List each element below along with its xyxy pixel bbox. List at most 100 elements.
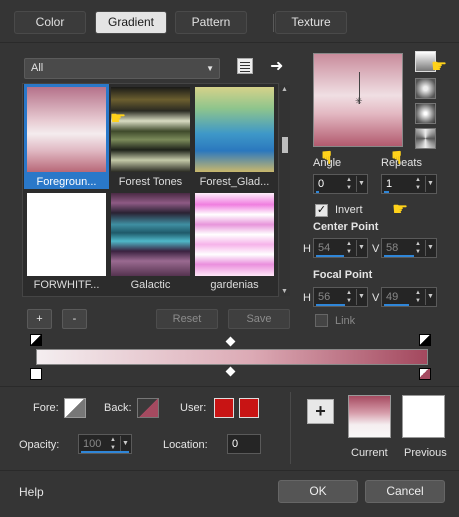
gradient-swatch-gardenias[interactable] [195,193,274,276]
invert-checkbox[interactable]: ✓ [315,204,328,217]
link-label: Link [335,315,356,327]
opacity-dropdown-icon[interactable]: ▼ [120,436,130,452]
center-h-stepper-icon[interactable]: ▲ ▼ [344,240,354,256]
focal-h-label: H [303,292,311,304]
back-label: Back: [104,402,132,414]
remove-gradient-button[interactable]: - [62,309,87,329]
tab-divider [273,14,274,32]
back-swatch[interactable] [137,398,159,418]
focal-v-slider-bar[interactable] [384,304,409,306]
reset-button[interactable]: Reset [156,309,218,329]
center-h-label: H [303,243,311,255]
scroll-up-icon[interactable]: ▲ [281,86,288,93]
gradient-label-forwhitf: FORWHITF... [33,279,100,291]
angle-spinbox[interactable]: 0 ▲ ▼ ▼ [313,174,368,194]
focal-h-slider-bar[interactable] [316,304,345,306]
list-view-icon[interactable] [237,58,253,74]
location-field[interactable]: 0 [227,434,261,454]
gradient-label-galactic: Galactic [130,279,171,291]
opacity-stop-end[interactable] [419,334,431,346]
pointer-hand-icon: ☛ [110,108,127,128]
save-gradient-button[interactable]: Save [228,309,290,329]
pointer-hand-icon: ☛ [316,149,337,166]
sunburst-style-icon[interactable] [415,128,436,149]
user-label: User: [180,402,207,414]
focal-h-spinbox[interactable]: 56 ▲ ▼ ▼ [313,287,368,307]
center-v-spinbox[interactable]: 58 ▲ ▼ ▼ [381,238,437,258]
repeats-stepper-icon[interactable]: ▲ ▼ [413,176,423,192]
pointer-hand-icon: ☛ [386,149,407,166]
color-stop-start[interactable] [30,368,42,380]
opacity-value: 100 [83,438,102,450]
center-v-label: V [372,243,380,255]
gradient-swatch-forwhitf[interactable] [27,193,106,276]
invert-label: Invert [335,204,363,216]
rectangular-style-icon[interactable] [415,78,436,99]
arrow-right-icon[interactable]: ➜ [270,56,283,76]
gradient-label-forest-glad: Forest_Glad... [199,176,270,188]
focal-v-spinbox[interactable]: 49 ▲ ▼ ▼ [381,287,437,307]
gradient-swatch-foreground[interactable] [27,87,106,172]
fore-swatch[interactable] [64,398,86,418]
center-v-dropdown-icon[interactable]: ▼ [425,240,435,256]
add-gradient-to-list-button[interactable]: + [307,399,334,424]
center-h-slider-bar[interactable] [316,255,344,257]
tab-bar-divider [0,42,459,43]
angle-value: 0 [318,178,325,190]
tab-color[interactable]: Color [14,11,86,34]
fore-label: Fore: [33,402,59,414]
focal-h-dropdown-icon[interactable]: ▼ [356,289,366,305]
opacity-slider-bar[interactable] [81,451,129,453]
center-h-dropdown-icon[interactable]: ▼ [356,240,366,256]
previous-label: Previous [404,447,447,459]
angle-dropdown-icon[interactable]: ▼ [356,176,366,192]
repeats-dropdown-icon[interactable]: ▼ [425,176,435,192]
center-v-slider-bar[interactable] [384,255,414,257]
color-stop-end[interactable] [419,368,431,380]
scroll-thumb[interactable] [282,137,288,153]
focal-v-label: V [372,292,380,304]
radial-style-icon[interactable] [415,103,436,124]
focal-v-dropdown-icon[interactable]: ▼ [425,289,435,305]
current-label: Current [351,447,388,459]
focal-h-value: 56 [318,291,331,303]
gradient-swatch-forest-tones[interactable] [111,87,190,172]
center-h-spinbox[interactable]: 54 ▲ ▼ ▼ [313,238,368,258]
gradient-swatch-galactic[interactable] [111,193,190,276]
tab-pattern[interactable]: Pattern [175,11,247,34]
cancel-button[interactable]: Cancel [365,480,445,503]
ok-button[interactable]: OK [278,480,358,503]
add-gradient-button[interactable]: + [27,309,52,329]
repeats-slider-bar[interactable] [384,191,389,193]
scroll-down-icon[interactable]: ▼ [281,288,288,295]
opacity-label: Opacity: [19,439,60,451]
gradient-preview[interactable]: ✳ [313,53,403,147]
location-label: Location: [163,439,208,451]
tab-texture[interactable]: Texture [275,11,347,34]
opacity-stop-start[interactable] [30,334,42,346]
user-swatch-1[interactable] [214,398,234,418]
angle-slider-bar[interactable] [316,191,319,193]
center-point-label: Center Point [313,221,379,233]
link-checkbox[interactable] [315,314,328,327]
repeats-value: 1 [386,178,393,190]
gradient-swatch-forest-glad[interactable] [195,87,274,172]
help-link[interactable]: Help [19,485,44,499]
chevron-down-icon: ▼ [206,64,214,73]
tab-gradient[interactable]: Gradient [95,11,167,34]
repeats-spinbox[interactable]: 1 ▲ ▼ ▼ [381,174,437,194]
focal-h-stepper-icon[interactable]: ▲ ▼ [344,289,354,305]
gradient-list-scrollbar[interactable]: ▲ ▼ [280,85,290,296]
preview-center-marker: ✳ [355,96,363,106]
gradient-label-foreground: Foregroun... [36,176,97,188]
footer-divider [0,470,459,471]
focal-v-stepper-icon[interactable]: ▲ ▼ [413,289,423,305]
opacity-spinbox[interactable]: 100 ▲ ▼ ▼ [78,434,132,454]
focal-point-label: Focal Point [313,269,373,281]
gradient-category-select[interactable]: All ▼ [24,58,220,79]
gradient-bar[interactable] [36,349,428,365]
opacity-stepper-icon[interactable]: ▲ ▼ [108,436,118,452]
center-v-stepper-icon[interactable]: ▲ ▼ [413,240,423,256]
user-swatch-2[interactable] [239,398,259,418]
angle-stepper-icon[interactable]: ▲ ▼ [344,176,354,192]
